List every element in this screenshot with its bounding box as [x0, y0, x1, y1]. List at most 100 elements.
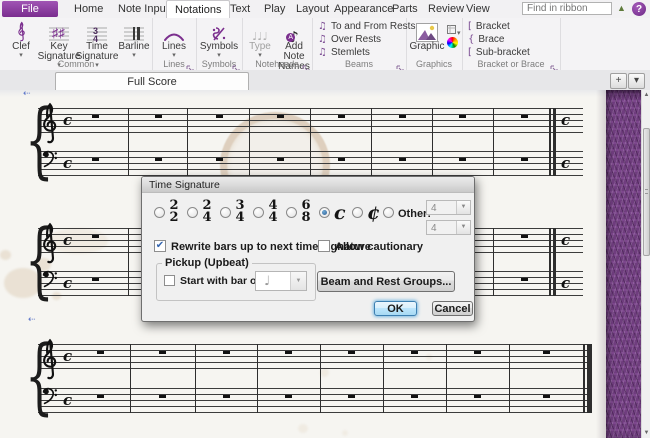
add-note-names-icon: ♪ A — [286, 20, 299, 45]
whole-rest — [348, 350, 355, 354]
barline — [195, 344, 197, 413]
lines-dialog-launcher-icon[interactable] — [186, 60, 194, 73]
whole-rest — [521, 234, 528, 238]
whole-rest — [411, 394, 418, 398]
tab-list-button[interactable]: ▾ — [628, 73, 645, 89]
notehead-type-icon: ♩♩♩ — [252, 30, 268, 43]
quarter-note-icon: ♩ — [264, 274, 271, 289]
chevron-down-icon: ▼ — [456, 201, 470, 214]
whole-rest — [543, 394, 550, 398]
radio-timesig-2-2[interactable] — [154, 207, 165, 218]
bracket-item-sub-bracket[interactable]: [Sub-bracket — [468, 47, 530, 58]
cancel-button[interactable]: Cancel — [432, 301, 473, 316]
help-icon[interactable]: ? — [632, 2, 646, 16]
pickup-length-combo[interactable]: ♩ ▼ — [255, 271, 307, 291]
barline — [383, 344, 385, 413]
lines-button[interactable]: Lines ▾ — [154, 20, 194, 59]
find-in-ribbon-input[interactable] — [522, 2, 612, 15]
color-wheel-icon[interactable] — [447, 37, 458, 48]
bracket-item-brace[interactable]: {Brace — [468, 34, 505, 45]
graphic-icon — [416, 20, 438, 42]
whole-rest — [285, 350, 292, 354]
timesig-fraction: 68 — [301, 198, 311, 225]
tab-notations[interactable]: Notations — [166, 0, 231, 19]
barline — [493, 108, 495, 176]
whole-rest — [92, 277, 99, 281]
noteheads-dialog-launcher-icon[interactable] — [302, 60, 310, 73]
leather-binding — [606, 90, 641, 438]
group-lines: Lines ▾ Lines — [152, 18, 197, 73]
double-barline — [553, 228, 556, 296]
beams-item-over-rests[interactable]: ♫ Over Rests — [318, 34, 381, 45]
courtesy-time-signature: c — [561, 274, 571, 292]
allow-cautionary-checkbox[interactable] — [318, 240, 330, 252]
other-numerator-combo[interactable]: 4 ▼ — [426, 200, 471, 215]
symbols-button[interactable]: Symbols ▾ — [199, 20, 239, 59]
dialog-title-bar[interactable]: Time Signature — [142, 177, 474, 193]
tab-file[interactable]: File — [2, 1, 58, 17]
graphic-button[interactable]: Graphic — [410, 20, 445, 52]
tab-home[interactable]: Home — [66, 0, 111, 18]
timesig-fraction: 24 — [202, 198, 212, 225]
beam-and-rest-groups-button[interactable]: Beam and Rest Groups... — [317, 271, 455, 292]
common-time-signature: c — [63, 154, 73, 172]
symbols-icon — [211, 20, 227, 42]
whole-rest — [521, 157, 528, 161]
barline-icon — [124, 20, 144, 42]
whole-rest — [399, 114, 406, 118]
symbols-dialog-launcher-icon[interactable] — [232, 60, 240, 73]
notehead-type-button[interactable]: ♩♩♩ Type ▾ — [244, 20, 276, 59]
radio-timesig-common-time[interactable] — [319, 207, 330, 218]
group-noteheads: ♩♩♩ Type▾ ♪ A Add Note Names Noteheads — [242, 18, 313, 73]
radio-timesig-4-4[interactable] — [253, 207, 264, 218]
chevron-down-icon: ▼ — [456, 221, 470, 234]
chevron-down-icon: ▾ — [19, 52, 23, 59]
whole-rest — [223, 394, 230, 398]
tab-text[interactable]: Text — [222, 0, 258, 18]
radio-timesig-3-4[interactable] — [220, 207, 231, 218]
scrollbar-down-arrow[interactable]: ▼ — [642, 428, 650, 438]
beams-dialog-launcher-icon[interactable] — [396, 60, 404, 73]
whole-rest — [216, 114, 223, 118]
group-label-beams: Beams — [344, 59, 373, 69]
document-tab-full-score[interactable]: Full Score — [55, 72, 249, 91]
radio-timesig-cut-common-time[interactable] — [352, 207, 363, 218]
whole-rest — [521, 277, 528, 281]
beams-item-to-and-from-rests[interactable]: ♫ To and From Rests — [318, 21, 415, 32]
beams-item-stemlets[interactable]: ♫ Stemlets — [318, 47, 370, 58]
other-denominator-combo[interactable]: 4 ▼ — [426, 220, 471, 235]
new-tab-button[interactable]: + — [610, 73, 627, 89]
whole-rest — [155, 114, 162, 118]
common-time-signature: c — [63, 274, 73, 292]
barline-button[interactable]: Barline ▾ — [117, 20, 151, 59]
radio-timesig-6-8[interactable] — [286, 207, 297, 218]
scrollbar-thumb[interactable] — [643, 128, 650, 256]
radio-other[interactable] — [383, 207, 394, 218]
whole-rest — [159, 350, 166, 354]
courtesy-time-signature: c — [561, 154, 571, 172]
whole-rest — [399, 157, 406, 161]
pickup-checkbox[interactable] — [164, 275, 175, 286]
bracket-item-icon: [ — [468, 46, 472, 58]
ok-button[interactable]: OK — [374, 301, 417, 316]
scrollbar-up-arrow[interactable]: ▲ — [642, 90, 650, 100]
ribbon: Clef ▾ ♯♯ Key Signature ▾ 34 Time Signatur… — [0, 18, 650, 73]
whole-rest — [521, 114, 528, 118]
whole-rest — [92, 234, 99, 238]
whole-rest — [348, 394, 355, 398]
barline — [446, 344, 448, 413]
bracket-item-bracket[interactable]: [Bracket — [468, 21, 510, 32]
whole-rest — [474, 350, 481, 354]
vertical-scrollbar[interactable]: ▲ ▼ — [641, 90, 650, 438]
barline — [128, 228, 130, 296]
whole-rest — [277, 114, 284, 118]
radio-timesig-2-4[interactable] — [187, 207, 198, 218]
barline — [128, 108, 130, 176]
tab-view[interactable]: View — [458, 0, 498, 18]
bracket-dialog-launcher-icon[interactable] — [550, 60, 558, 73]
minimize-ribbon-icon[interactable]: ▲ — [617, 3, 626, 13]
barline — [320, 344, 322, 413]
rewrite-bars-checkbox[interactable]: ✔ — [154, 240, 166, 252]
document-tab-bar: Full Score + ▾ — [0, 70, 650, 91]
clef-button[interactable]: Clef ▾ — [4, 20, 38, 59]
